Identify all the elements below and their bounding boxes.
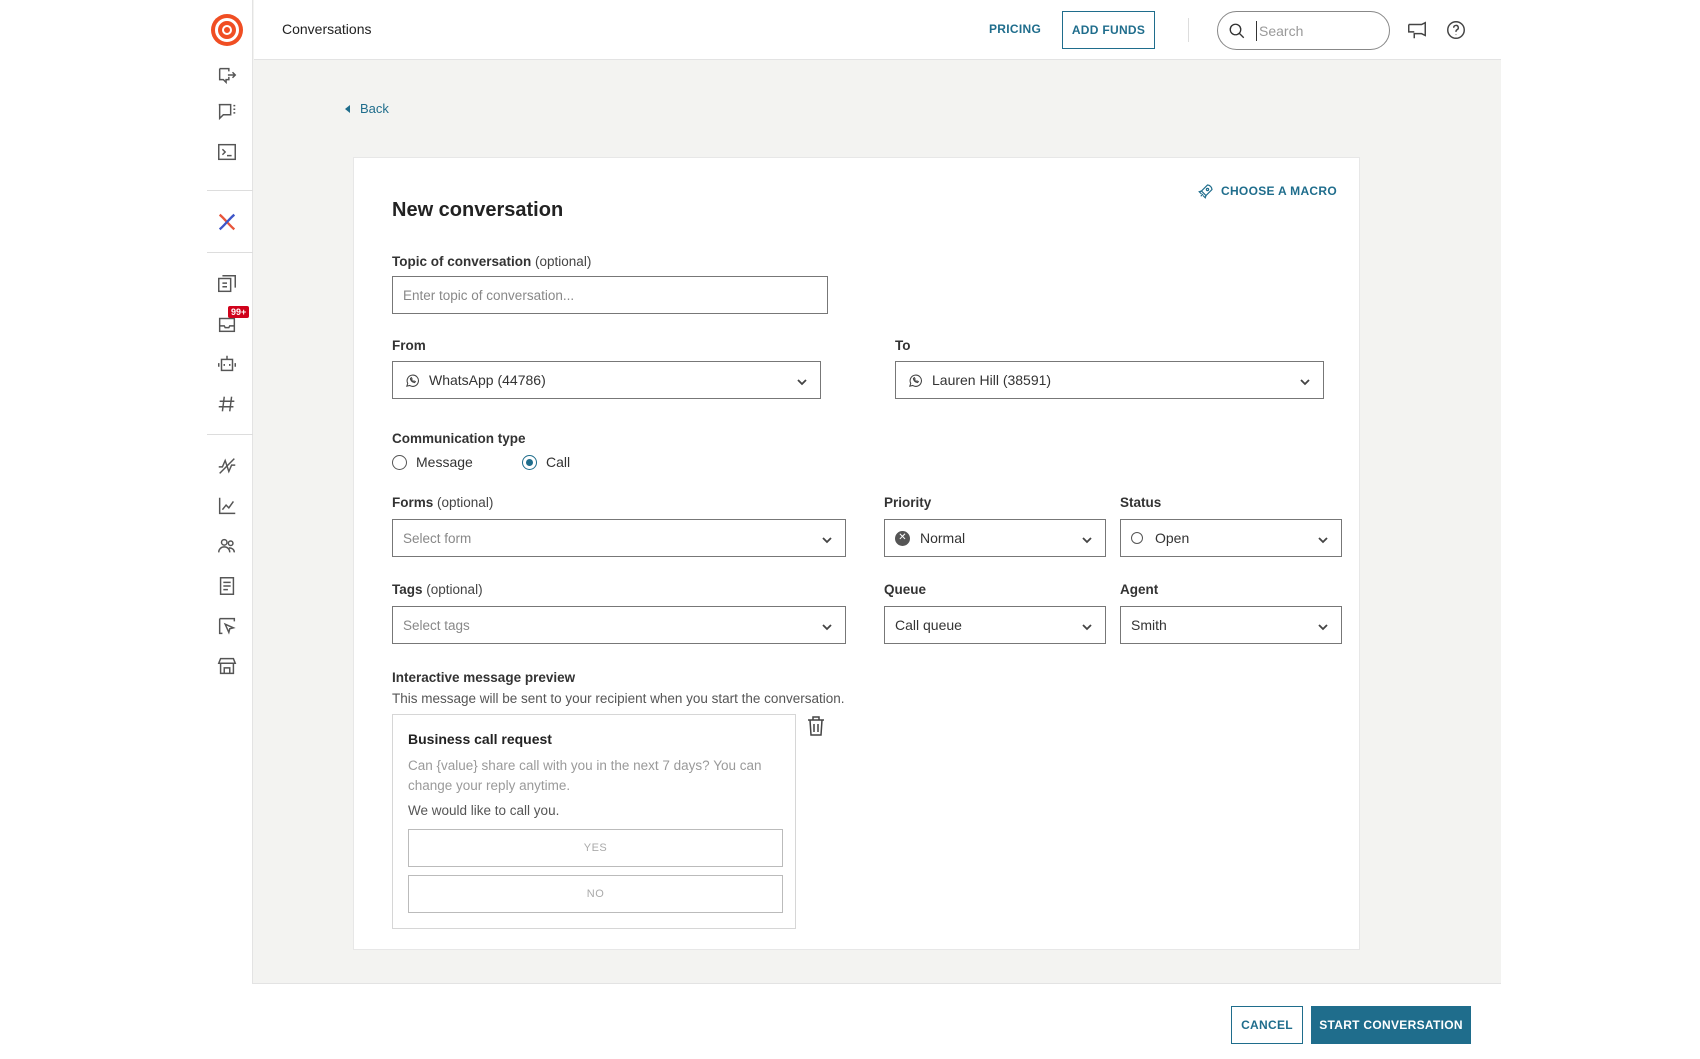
search-box[interactable] [1217,11,1390,50]
back-link[interactable]: Back [345,101,389,116]
status-open-icon [1131,532,1143,544]
new-conversation-card: New conversation CHOOSE A MACRO Topic of… [353,157,1360,950]
whatsapp-icon [906,371,924,389]
reply-no-button: NO [408,875,783,913]
help-icon[interactable] [1445,19,1467,41]
from-value: WhatsApp (44786) [429,372,546,388]
communication-type-label: Communication type [392,431,526,446]
queue-value: Call queue [895,617,962,633]
to-value: Lauren Hill (38591) [932,372,1052,388]
agent-value: Smith [1131,617,1167,633]
rocket-icon [1198,184,1213,199]
form-title: New conversation [392,199,564,221]
x-brand-icon[interactable] [213,208,241,236]
chevron-down-icon [1081,533,1093,545]
from-label: From [392,338,426,353]
status-value: Open [1155,530,1190,546]
queue-label: Queue [884,582,927,597]
caret-left-icon [345,104,350,113]
radio-circle-selected [522,454,537,470]
divider [1188,18,1189,42]
chevron-down-icon [1317,620,1329,632]
trash-icon[interactable] [806,715,826,737]
cursor-icon[interactable] [213,612,241,640]
logs-icon[interactable] [213,572,241,600]
priority-label: Priority [884,495,932,510]
announcement-icon[interactable] [1406,19,1428,41]
priority-normal-icon: ✕ [895,530,910,546]
agent-select[interactable]: Smith [1120,606,1342,644]
to-select[interactable]: Lauren Hill (38591) [895,361,1324,399]
communication-type-group: Message Call [392,454,570,470]
terminal-icon[interactable] [213,138,241,166]
to-label: To [895,338,911,353]
message-body: Can {value} share call with you in the n… [408,758,762,793]
preview-title: Interactive message preview [392,670,576,685]
priority-select[interactable]: ✕ Normal [884,519,1106,557]
radio-message[interactable]: Message [392,454,522,470]
top-bar: Conversations PRICING ADD FUNDS [254,0,1501,60]
radio-circle [392,454,407,470]
tags-label: Tags (optional) [392,582,483,597]
start-conversation-button[interactable]: START CONVERSATION [1311,1006,1471,1044]
search-input[interactable] [1256,21,1376,41]
footer-bar: CANCEL START CONVERSATION [252,983,1501,1059]
page-title: Conversations [282,21,372,37]
preview-subtitle: This message will be sent to your recipi… [392,691,845,706]
sidebar: 99+ [207,0,253,1059]
whatsapp-icon [403,371,421,389]
back-label: Back [360,101,389,116]
export-icon[interactable] [213,61,241,89]
radio-message-label: Message [416,454,473,470]
cancel-button[interactable]: CANCEL [1231,1006,1303,1044]
status-label: Status [1120,495,1162,510]
macro-label: CHOOSE A MACRO [1221,184,1337,198]
agent-label: Agent [1120,582,1159,597]
chevron-down-icon [796,375,808,387]
notification-badge: 99+ [228,306,250,318]
reply-yes-button: YES [408,829,783,867]
topic-input[interactable] [403,287,817,303]
chevron-down-icon [821,620,833,632]
logo-icon[interactable] [211,14,243,46]
store-icon[interactable] [213,652,241,680]
flows-icon[interactable] [213,452,241,480]
choose-macro-button[interactable]: CHOOSE A MACRO [1197,182,1337,200]
from-select[interactable]: WhatsApp (44786) [392,361,821,399]
forms-label: Forms (optional) [392,495,494,510]
topic-label: Topic of conversation (optional) [392,254,592,269]
chat-list-icon[interactable] [213,98,241,126]
chevron-down-icon [1317,533,1329,545]
templates-icon[interactable] [213,270,241,298]
queue-select[interactable]: Call queue [884,606,1106,644]
people-icon[interactable] [213,532,241,560]
chevron-down-icon [1081,620,1093,632]
chevron-down-icon [1299,375,1311,387]
status-select[interactable]: Open [1120,519,1342,557]
add-funds-button[interactable]: ADD FUNDS [1062,11,1155,49]
hashtag-icon[interactable] [213,390,241,418]
tags-select[interactable]: Select tags [392,606,846,644]
search-icon [1229,23,1245,39]
message-title: Business call request [408,731,552,747]
message-footer: We would like to call you. [408,803,560,818]
radio-call-label: Call [546,454,571,470]
priority-value: Normal [920,530,966,546]
chevron-down-icon [821,533,833,545]
inbox-icon[interactable]: 99+ [213,306,250,338]
topic-field[interactable] [392,276,828,314]
tags-placeholder: Select tags [403,617,470,633]
message-preview: Business call request Can {value} share … [392,714,796,929]
robot-icon[interactable] [213,350,241,378]
forms-select[interactable]: Select form [392,519,846,557]
analytics-icon[interactable] [213,492,241,520]
pricing-link[interactable]: PRICING [989,22,1041,36]
forms-placeholder: Select form [403,530,472,546]
radio-call[interactable]: Call [522,454,570,470]
